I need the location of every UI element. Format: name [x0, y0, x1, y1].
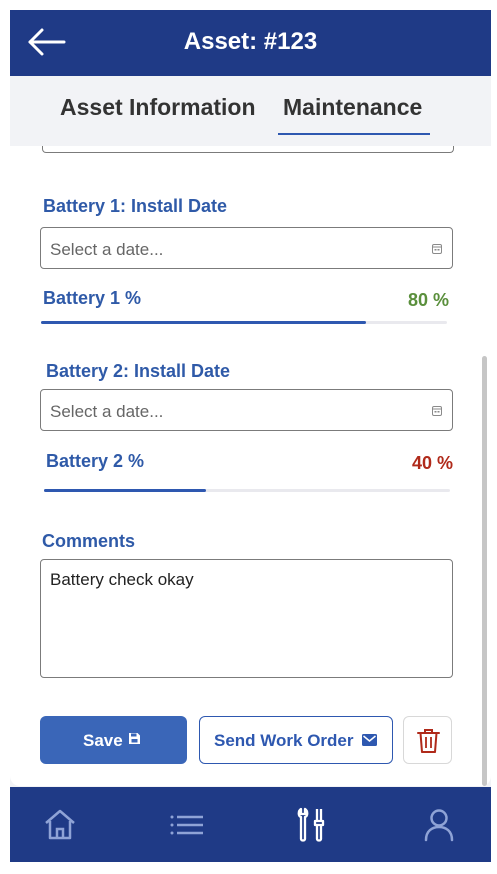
active-tab-indicator: [278, 133, 430, 135]
battery2-percent-label: Battery 2 %: [46, 451, 145, 471]
tab-asset-information[interactable]: Asset Information: [60, 94, 256, 121]
battery2-slider-fill: [44, 489, 207, 492]
battery1-percent-value: 80 %: [408, 290, 450, 310]
battery2-install-label: Battery 2: Install Date: [46, 361, 231, 381]
tab-maintenance[interactable]: Maintenance: [283, 94, 422, 121]
list-icon[interactable]: [167, 805, 207, 845]
send-work-order-button[interactable]: Send Work Order: [199, 716, 393, 764]
tab-bar: Asset Information Maintenance: [10, 76, 491, 146]
floppy-disk-icon: [129, 733, 140, 744]
send-work-order-label: Send Work Order: [214, 731, 354, 750]
header-bar: Asset: #123: [10, 10, 491, 76]
battery2-date-placeholder: Select a date...: [50, 402, 164, 421]
home-icon[interactable]: [40, 805, 80, 845]
save-button[interactable]: Save: [40, 716, 187, 764]
calendar-icon[interactable]: [432, 244, 442, 254]
comments-label: Comments: [42, 531, 136, 551]
trash-icon: [417, 729, 440, 753]
comments-textarea[interactable]: Battery check okay: [40, 559, 453, 678]
battery1-slider-fill: [41, 321, 366, 324]
battery1-date-placeholder: Select a date...: [50, 240, 164, 259]
user-icon[interactable]: [419, 805, 459, 845]
save-button-label: Save: [83, 731, 123, 750]
calendar-icon[interactable]: [432, 406, 442, 416]
battery1-date-picker[interactable]: Select a date...: [40, 227, 453, 269]
comments-text: Battery check okay: [50, 570, 194, 589]
page-title: Asset: #123: [183, 28, 318, 55]
battery2-percent-value: 40 %: [412, 453, 454, 473]
bottom-nav: [10, 787, 491, 862]
battery1-percent-label: Battery 1 %: [43, 288, 142, 308]
battery1-slider[interactable]: [41, 321, 447, 324]
app-window: Asset: #123 Asset Information Maintenanc…: [10, 10, 491, 862]
envelope-icon: [362, 734, 377, 746]
previous-field-bottom: [42, 146, 454, 153]
battery2-slider[interactable]: [44, 489, 450, 492]
maintenance-form: Battery 1: Install Date Select a date...…: [10, 146, 491, 786]
battery1-install-label: Battery 1: Install Date: [43, 196, 228, 216]
scrollbar[interactable]: [482, 356, 487, 786]
battery2-date-picker[interactable]: Select a date...: [40, 389, 453, 431]
delete-button[interactable]: [403, 716, 452, 764]
tools-icon[interactable]: [291, 805, 331, 845]
